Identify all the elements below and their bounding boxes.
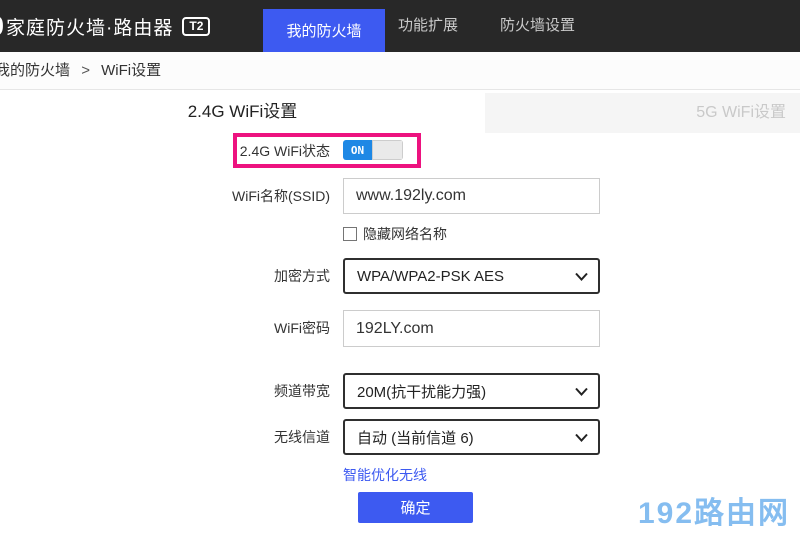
channel-value: 自动 (当前信道 6)	[357, 427, 474, 448]
encryption-select[interactable]: WPA/WPA2-PSK AES	[343, 258, 600, 294]
hide-network-row: 隐藏网络名称	[343, 224, 447, 244]
brand-title: 家庭防火墙·路由器	[6, 13, 173, 40]
tab-5g-wifi-settings[interactable]: 5G WiFi设置	[485, 93, 800, 133]
wifi-status-toggle[interactable]: ON	[343, 140, 403, 160]
smart-optimize-link[interactable]: 智能优化无线	[343, 465, 427, 485]
chevron-down-icon	[575, 272, 588, 281]
brand: 0 家庭防火墙·路由器 T2	[0, 0, 210, 52]
nav-tab-my-firewall[interactable]: 我的防火墙	[263, 9, 385, 52]
watermark-text: 192路由网	[638, 488, 790, 532]
wifi-status-label: 2.4G WiFi状态	[0, 141, 330, 161]
encryption-value: WPA/WPA2-PSK AES	[357, 268, 504, 285]
breadcrumb-separator: >	[81, 62, 90, 79]
nav-tab-extensions[interactable]: 功能扩展	[398, 0, 458, 52]
tab-24g-wifi-settings[interactable]: 2.4G WiFi设置	[0, 91, 485, 133]
chevron-down-icon	[575, 433, 588, 442]
nav-tab-firewall-settings[interactable]: 防火墙设置	[500, 0, 575, 52]
hide-network-label: 隐藏网络名称	[363, 224, 447, 244]
password-input[interactable]	[343, 310, 600, 347]
logo-icon: 0	[0, 0, 4, 52]
encryption-label: 加密方式	[0, 266, 330, 286]
router-admin-page: 0 家庭防火墙·路由器 T2 我的防火墙 功能扩展 防火墙设置 我的防火墙 > …	[0, 0, 800, 533]
toggle-on-label: ON	[343, 140, 372, 160]
breadcrumb-current: WiFi设置	[101, 62, 161, 79]
top-navbar: 0 家庭防火墙·路由器 T2 我的防火墙 功能扩展 防火墙设置	[0, 0, 800, 52]
toggle-knob	[372, 140, 403, 160]
ssid-input[interactable]	[343, 178, 600, 214]
bandwidth-label: 频道带宽	[0, 381, 330, 401]
password-label: WiFi密码	[0, 318, 330, 338]
chevron-down-icon	[575, 387, 588, 396]
confirm-button[interactable]: 确定	[358, 492, 473, 523]
hide-network-checkbox[interactable]	[343, 227, 357, 241]
channel-select[interactable]: 自动 (当前信道 6)	[343, 419, 600, 455]
bandwidth-value: 20M(抗干扰能力强)	[357, 381, 486, 402]
ssid-label: WiFi名称(SSID)	[0, 186, 330, 206]
model-badge: T2	[182, 17, 210, 36]
channel-label: 无线信道	[0, 427, 330, 447]
bandwidth-select[interactable]: 20M(抗干扰能力强)	[343, 373, 600, 409]
breadcrumb: 我的防火墙 > WiFi设置	[0, 52, 800, 90]
breadcrumb-parent[interactable]: 我的防火墙	[0, 62, 70, 79]
